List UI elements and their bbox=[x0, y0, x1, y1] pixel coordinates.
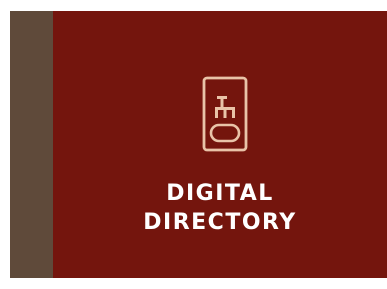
directory-card-frame: DIGITAL DIRECTORY bbox=[0, 0, 387, 289]
tile-title-line-2: DIRECTORY bbox=[143, 210, 297, 235]
tile-title-line-1: DIGITAL bbox=[166, 181, 274, 206]
side-accent-strip bbox=[10, 11, 53, 278]
digital-directory-tile[interactable]: DIGITAL DIRECTORY bbox=[53, 11, 387, 278]
directory-kiosk-icon bbox=[202, 76, 248, 152]
tile-title: DIGITAL DIRECTORY bbox=[53, 179, 387, 237]
